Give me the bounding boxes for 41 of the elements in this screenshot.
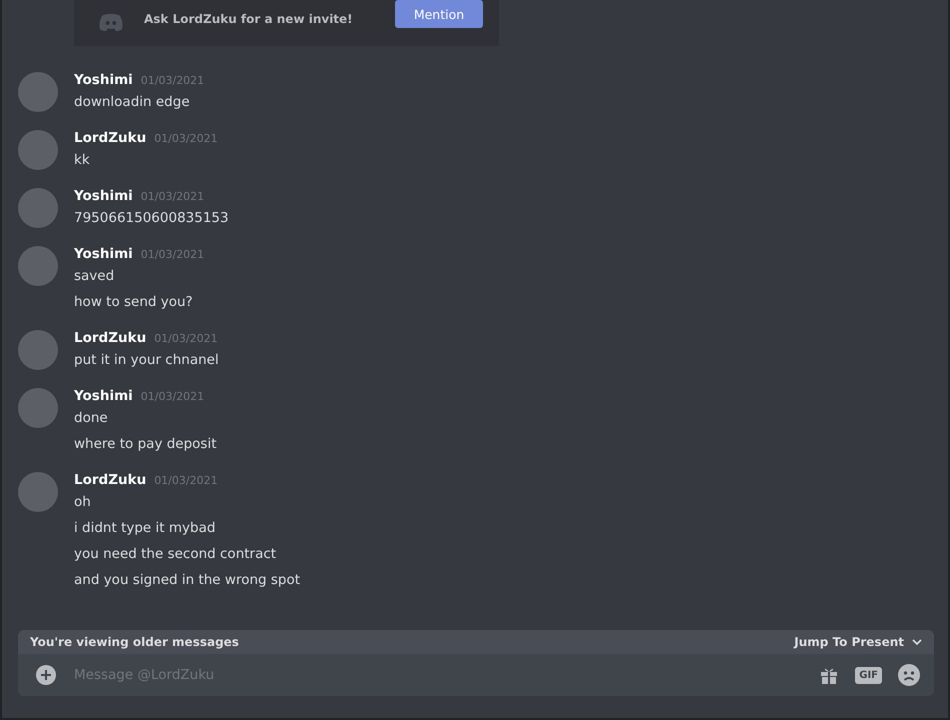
timestamp: 01/03/2021: [140, 390, 204, 403]
message-text: 795066150600835153: [74, 209, 229, 228]
avatar[interactable]: [18, 72, 58, 112]
timestamp: 01/03/2021: [154, 474, 218, 487]
plus-icon[interactable]: [36, 665, 56, 685]
timestamp: 01/03/2021: [154, 332, 218, 345]
message-text: you need the second contract: [74, 545, 278, 564]
older-messages-notice: You're viewing older messages: [30, 635, 239, 649]
avatar[interactable]: [18, 246, 58, 286]
message-text: i didnt type it mybad: [74, 519, 216, 538]
invite-message: Ask LordZuku for a new invite!: [144, 12, 354, 26]
timestamp: 01/03/2021: [154, 132, 218, 145]
username[interactable]: LordZuku: [74, 130, 146, 146]
avatar[interactable]: [18, 130, 58, 170]
username[interactable]: LordZuku: [74, 472, 146, 488]
jump-to-present-button[interactable]: Jump To Present: [794, 635, 922, 649]
gif-button[interactable]: GIF: [855, 666, 882, 684]
message-text: kk: [74, 151, 91, 170]
username[interactable]: Yoshimi: [74, 72, 133, 88]
username[interactable]: LordZuku: [74, 330, 146, 346]
message-text: oh: [74, 493, 92, 512]
controller-icon: [98, 13, 124, 33]
chevron-down-icon: [912, 638, 922, 646]
username[interactable]: Yoshimi: [74, 188, 133, 204]
avatar[interactable]: [18, 188, 58, 228]
message-text: where to pay deposit: [74, 435, 217, 454]
message-text: saved: [74, 267, 116, 286]
avatar[interactable]: [18, 388, 58, 428]
message-text: and you signed in the wrong spot: [74, 571, 300, 590]
timestamp: 01/03/2021: [140, 74, 204, 87]
username[interactable]: Yoshimi: [74, 246, 133, 262]
emoji-icon[interactable]: [898, 664, 920, 686]
message-text: how to send you?: [74, 293, 194, 312]
message-text: done: [74, 409, 109, 428]
timestamp: 01/03/2021: [140, 248, 204, 261]
avatar[interactable]: [18, 472, 58, 512]
username[interactable]: Yoshimi: [74, 388, 133, 404]
message-text: put it in your chnanel: [74, 351, 219, 370]
message-text: downloadin edge: [74, 93, 191, 112]
avatar[interactable]: [18, 330, 58, 370]
timestamp: 01/03/2021: [140, 190, 204, 203]
